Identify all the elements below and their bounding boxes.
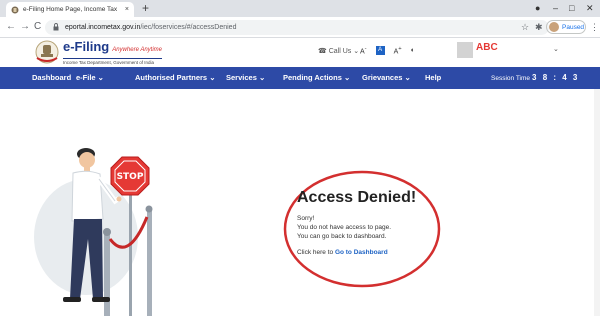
nav-item-e-file[interactable]: e-File ⌄ xyxy=(76,73,104,83)
message-line-sorry: Sorry! xyxy=(297,215,315,222)
message-line-no-access: You do not have access to page. xyxy=(297,224,392,231)
address-bar[interactable]: eportal.incometax.gov.in/iec/foservices/… xyxy=(45,20,549,35)
nav-grievances-label: Grievances xyxy=(362,73,403,82)
nav-item-help[interactable]: Help xyxy=(425,73,441,83)
browser-toolbar: ← → C eportal.incometax.gov.in/iec/foser… xyxy=(0,17,600,38)
record-indicator-icon: ● xyxy=(535,3,541,13)
puzzle-icon[interactable]: ✱ xyxy=(535,20,543,34)
accessibility-tools: A- A A+ ◐ xyxy=(351,46,415,55)
emblem-favicon-icon xyxy=(11,6,19,13)
brand-department: Income Tax Department, Government of Ind… xyxy=(63,58,163,66)
url-path: /iec/foservices/#/accessDenied xyxy=(140,24,237,31)
profile-avatar xyxy=(549,22,559,32)
go-to-dashboard-link[interactable]: Go to Dashboard xyxy=(335,249,388,256)
brand-name: e-Filing xyxy=(63,39,110,54)
nav-item-services[interactable]: Services ⌄ xyxy=(226,73,265,83)
left-post xyxy=(104,233,110,316)
forward-arrow-icon[interactable]: → xyxy=(20,20,30,34)
page-scrollbar[interactable] xyxy=(594,89,600,316)
main-navigation: Dashboard e-File ⌄ Authorised Partners ⌄… xyxy=(0,67,600,89)
back-arrow-icon[interactable]: ← xyxy=(6,20,16,34)
profile-button[interactable]: Paused xyxy=(546,20,586,34)
nav-authorised-partners-label: Authorised Partners xyxy=(135,73,208,82)
profile-status: Paused xyxy=(562,23,585,31)
link-prefix: Click here to xyxy=(297,249,334,256)
user-menu-chevron-icon[interactable]: ⌄ xyxy=(553,45,559,53)
stop-sign-text: STOP xyxy=(117,172,144,182)
page: e-Filing Home Page, Income Tax × + ● – □… xyxy=(0,0,600,316)
nav-item-grievances[interactable]: Grievances ⌄ xyxy=(362,73,411,83)
page-title: Access Denied! xyxy=(297,189,417,206)
brand-tagline: Anywhere Anytime xyxy=(112,47,163,53)
brand-logo[interactable]: e-Filing Anywhere Anytime Income Tax Depa… xyxy=(63,40,163,66)
nav-item-authorised-partners[interactable]: Authorised Partners ⌄ xyxy=(135,73,215,83)
maximize-icon[interactable]: □ xyxy=(569,1,574,15)
nav-services-label: Services xyxy=(226,73,257,82)
nav-item-pending-actions[interactable]: Pending Actions ⌄ xyxy=(283,73,350,83)
phone-icon: ☎ xyxy=(318,48,327,55)
right-post xyxy=(147,209,152,316)
person-head xyxy=(79,152,95,168)
main-content: STOP Access Denied! Sorry! You do not ha… xyxy=(0,89,600,316)
session-time: 3 8 : 4 3 xyxy=(532,73,580,82)
url-text: eportal.incometax.gov.in/iec/foservices/… xyxy=(65,22,236,33)
tab-title: e-Filing Home Page, Income Tax xyxy=(23,6,118,13)
new-tab-button[interactable]: + xyxy=(142,1,149,15)
left-shoe xyxy=(63,297,81,302)
stop-sign-pole xyxy=(129,184,132,316)
user-name[interactable]: ABC xyxy=(476,42,498,53)
font-decrease-button[interactable]: A- xyxy=(360,46,367,55)
browser-tab-strip: e-Filing Home Page, Income Tax × + ● – □… xyxy=(0,0,600,17)
reload-icon[interactable]: C xyxy=(34,20,41,34)
font-default-button[interactable]: A xyxy=(375,46,385,56)
access-denied-illustration: STOP xyxy=(34,148,153,316)
nav-pending-actions-label: Pending Actions xyxy=(283,73,342,82)
call-us-label: Call Us xyxy=(328,48,352,55)
dashboard-link-row: Click here to Go to Dashboard xyxy=(297,248,447,257)
nav-item-dashboard[interactable]: Dashboard xyxy=(32,73,71,83)
access-denied-message: Access Denied! Sorry! You do not have ac… xyxy=(297,189,447,257)
nav-e-file-label: e-File xyxy=(76,73,96,82)
star-icon[interactable]: ☆ xyxy=(521,20,529,34)
avatar[interactable] xyxy=(457,42,473,58)
contrast-icon[interactable]: ◐ xyxy=(411,47,415,54)
site-header: e-Filing Anywhere Anytime Income Tax Depa… xyxy=(0,38,600,67)
kebab-menu-icon[interactable]: ⋮ xyxy=(590,20,599,34)
message-line-go-back: You can go back to dashboard. xyxy=(297,233,387,240)
tab-close-icon[interactable]: × xyxy=(125,6,129,13)
government-emblem-icon[interactable] xyxy=(34,40,60,64)
url-host: eportal.incometax.gov.in xyxy=(65,24,141,31)
session-label: Session Time xyxy=(491,75,531,82)
lock-icon xyxy=(53,23,59,31)
minimize-icon[interactable]: – xyxy=(553,1,558,15)
browser-tab[interactable]: e-Filing Home Page, Income Tax × xyxy=(6,2,134,17)
session-timer: Session Time 3 8 : 4 3 xyxy=(491,73,579,84)
close-window-icon[interactable]: ✕ xyxy=(586,1,594,15)
brand-name-row: e-Filing Anywhere Anytime xyxy=(63,40,162,57)
right-shoe xyxy=(92,297,110,302)
font-increase-button[interactable]: A+ xyxy=(394,46,402,55)
